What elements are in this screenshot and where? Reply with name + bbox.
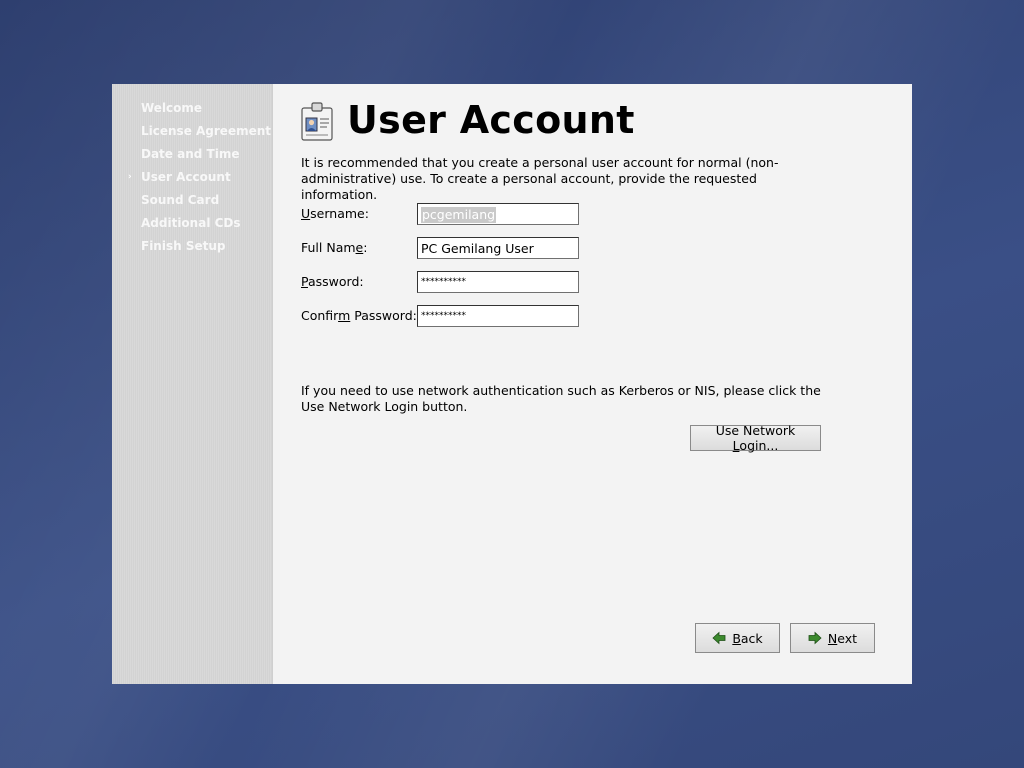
current-step-arrow-icon: › [128, 172, 132, 182]
password-label: Password: [301, 274, 364, 289]
intro-text: It is recommended that you create a pers… [301, 155, 779, 202]
id-card-icon [301, 102, 333, 141]
back-button[interactable]: Back [695, 623, 780, 653]
step-additional-cds: Additional CDs [141, 216, 241, 230]
next-button[interactable]: Next [790, 623, 875, 653]
full-name-label: Full Name: [301, 240, 368, 255]
main-content: User Account It is recommended that you … [273, 84, 912, 684]
step-welcome: Welcome [141, 101, 203, 115]
setup-window: Welcome License Agreement Date and Time … [112, 84, 912, 684]
step-date-and-time: Date and Time [141, 147, 240, 161]
step-sound-card: Sound Card [141, 193, 220, 207]
username-label: Username: [301, 206, 369, 221]
step-user-account: › User Account [128, 167, 231, 187]
arrow-right-icon [808, 631, 822, 645]
steps-sidebar: Welcome License Agreement Date and Time … [112, 84, 273, 684]
use-network-login-button[interactable]: Use Network Login... [690, 423, 821, 453]
password-input[interactable] [417, 271, 579, 293]
username-selected-text: pcgemilang [421, 207, 497, 223]
page-title: User Account [347, 98, 635, 142]
confirm-password-label: Confirm Password: [301, 308, 417, 323]
confirm-password-input[interactable] [417, 305, 579, 327]
step-finish-setup: Finish Setup [141, 239, 226, 253]
network-auth-text: If you need to use network authenticatio… [301, 383, 821, 414]
full-name-input[interactable] [417, 237, 579, 259]
step-license-agreement: License Agreement [141, 124, 272, 138]
arrow-left-icon [712, 631, 726, 645]
